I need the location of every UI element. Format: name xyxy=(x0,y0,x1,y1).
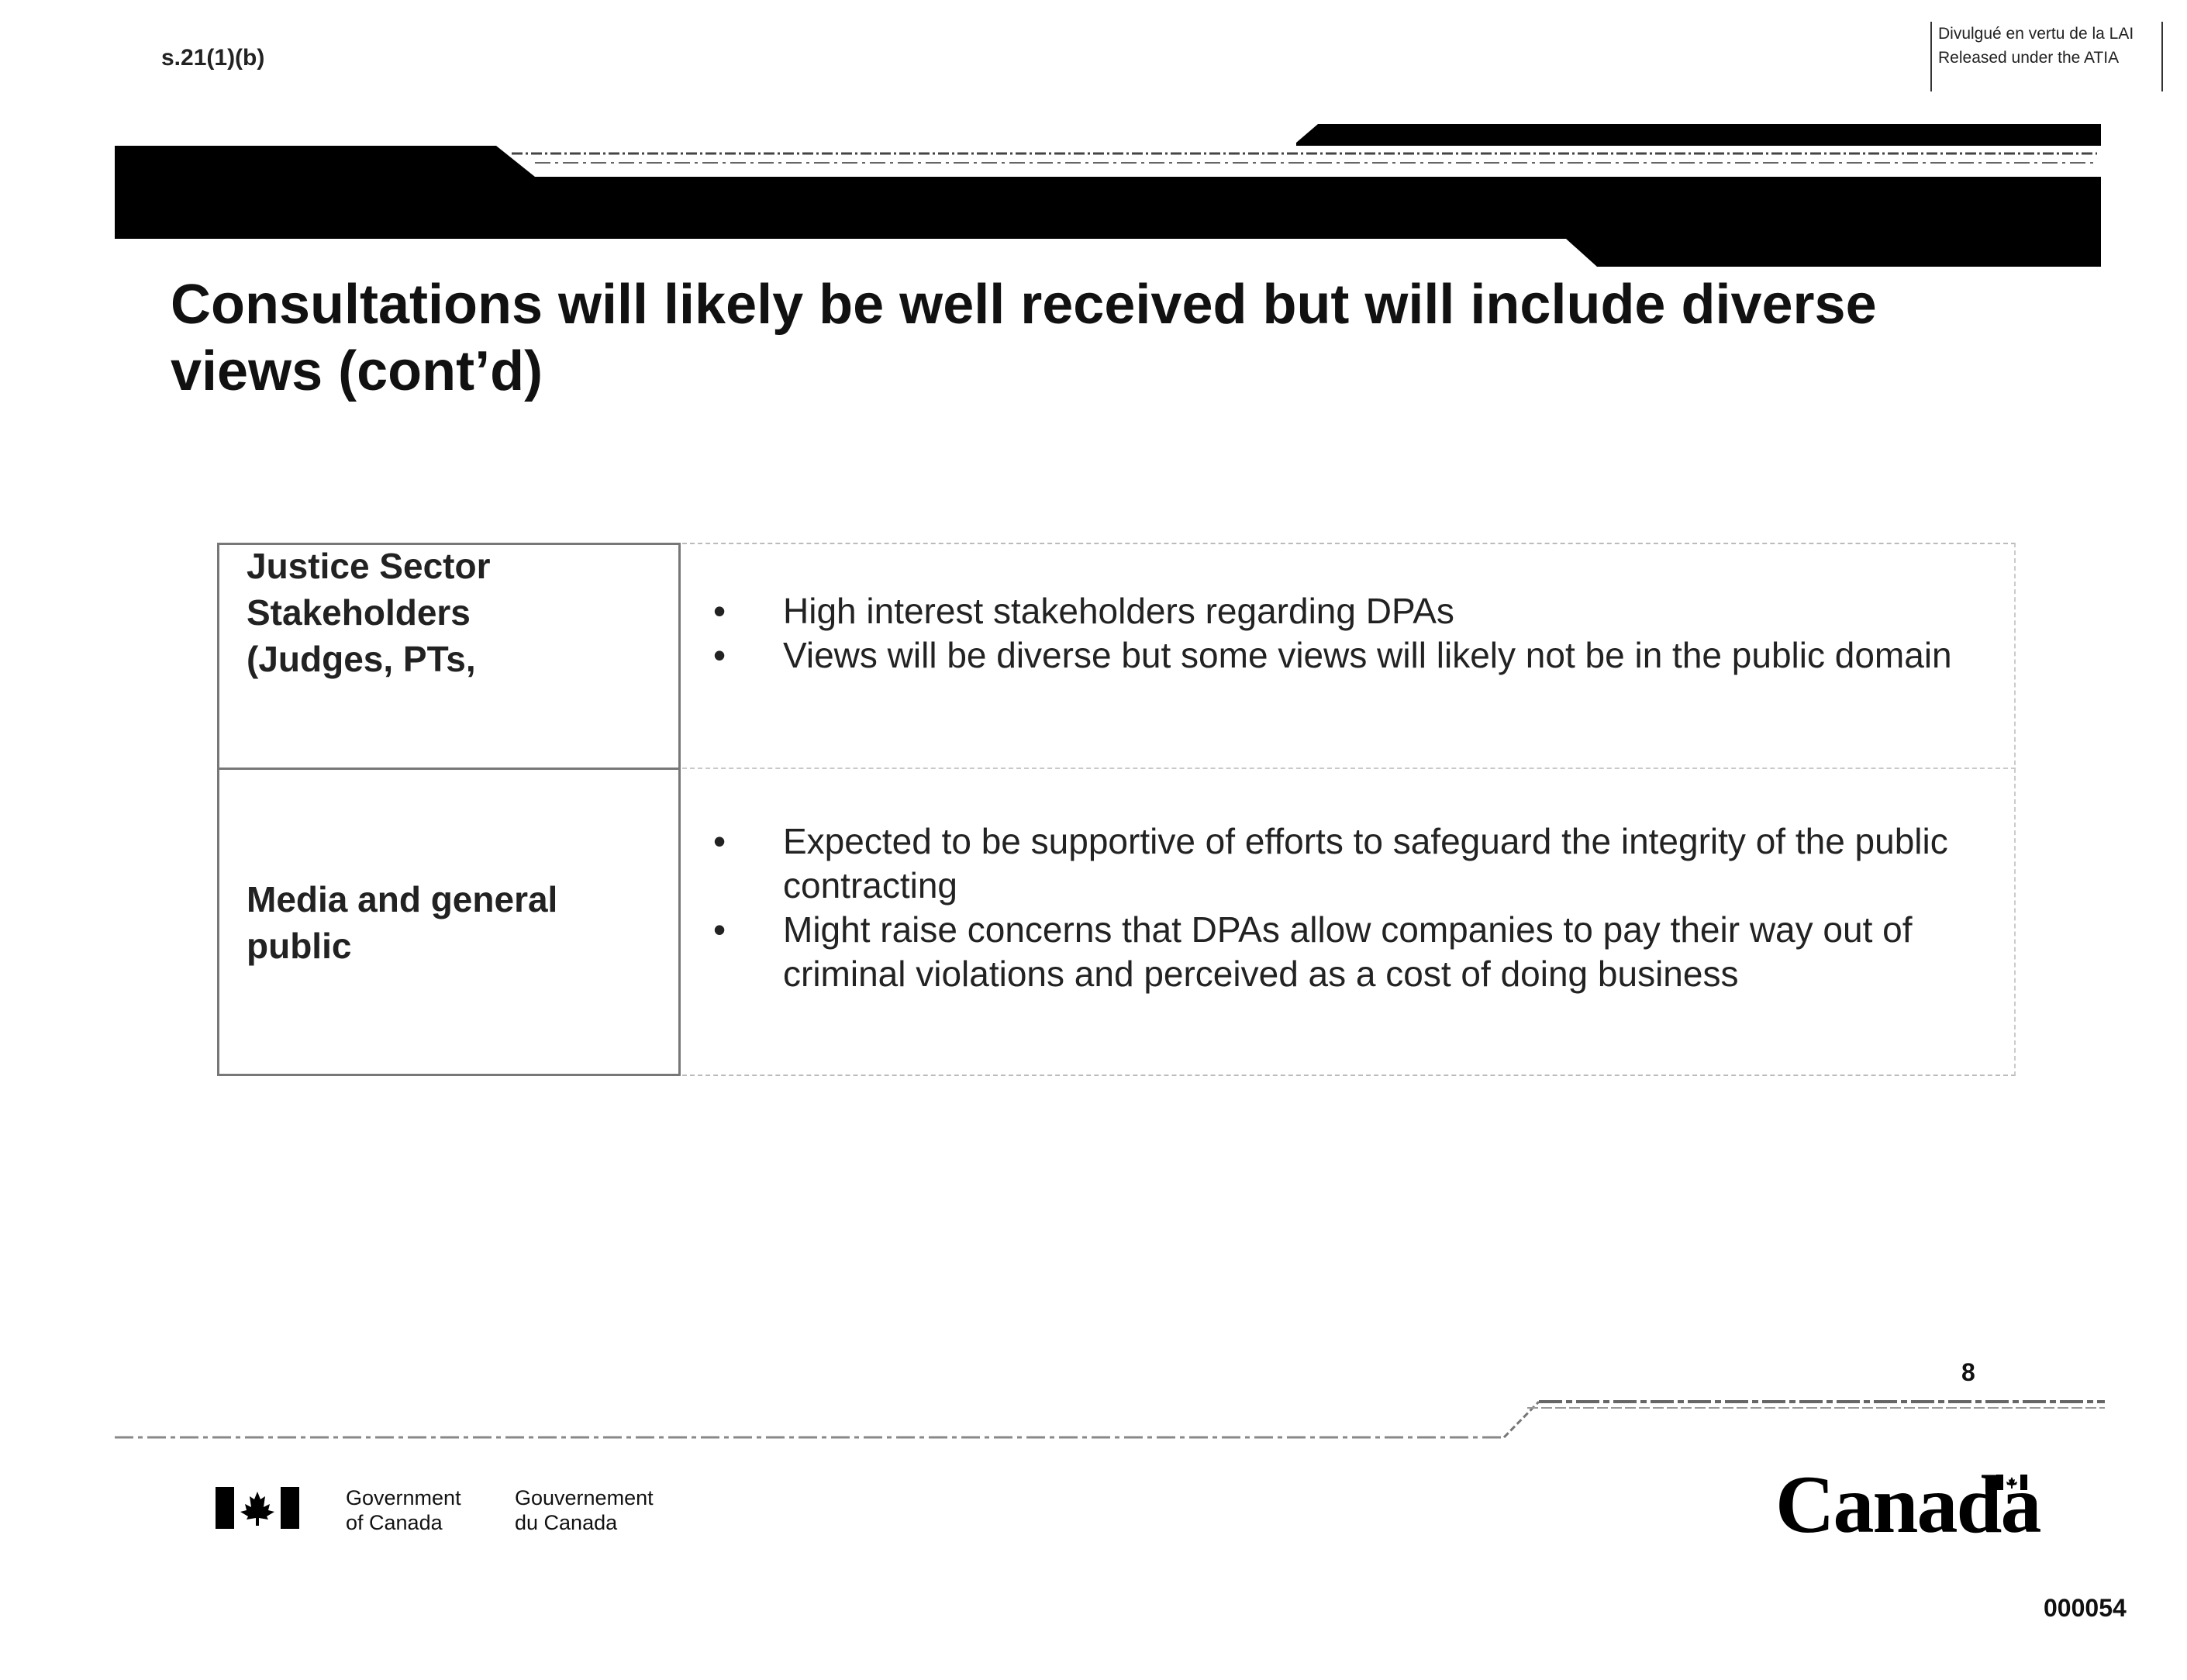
gov-wordmark-en-line: of Canada xyxy=(346,1511,443,1534)
gov-wordmark-fr-line: du Canada xyxy=(515,1511,618,1534)
stakeholder-table: Justice Sector Stakeholders (Judges, PTs… xyxy=(217,543,2016,1078)
row-bullets-justice-sector: High interest stakeholders regarding DPA… xyxy=(713,589,1954,678)
document-number: 000054 xyxy=(2044,1594,2127,1622)
gov-wordmark-en: Government of Canada xyxy=(346,1485,461,1535)
header-banner xyxy=(115,124,2101,267)
row-label-justice-sector: Justice Sector Stakeholders (Judges, PTs… xyxy=(247,543,572,682)
canada-flag-icon xyxy=(216,1487,299,1529)
bullet-item: Views will be diverse but some views wil… xyxy=(713,633,1954,678)
slide-title: Consultations will likely be well receiv… xyxy=(171,271,1954,405)
row-bullets-media-public: Expected to be supportive of efforts to … xyxy=(713,819,1954,996)
page-number: 8 xyxy=(1961,1358,1975,1386)
table-content-divider xyxy=(682,768,2016,769)
banner-main-band xyxy=(115,146,2101,267)
gov-wordmark-fr-line: Gouvernement xyxy=(515,1486,654,1509)
gov-wordmark-fr: Gouvernement du Canada xyxy=(515,1485,654,1535)
banner-top-band xyxy=(1296,124,2101,146)
row-label-line: Stakeholders xyxy=(247,592,471,633)
row-label-media-public: Media and general public xyxy=(247,876,572,969)
gov-wordmark-en-line: Government xyxy=(346,1486,461,1509)
slide-title-line-1: Consultations will likely be well receiv… xyxy=(171,274,1877,336)
row-label-line: Media and general xyxy=(247,879,558,919)
canada-wordmark: Canada xyxy=(1775,1459,2041,1550)
bullet-item: Might raise concerns that DPAs allow com… xyxy=(713,908,1954,996)
exemption-code: s.21(1)(b) xyxy=(161,45,265,71)
canada-wordmark-flag-icon xyxy=(1996,1475,2027,1490)
table-row-divider xyxy=(217,768,681,770)
release-stamp: Divulgué en vertu de la LAI Released und… xyxy=(1930,22,2163,91)
slide-title-line-2: views (cont’d) xyxy=(171,340,543,402)
bullet-item: Expected to be supportive of efforts to … xyxy=(713,819,1954,908)
bullet-item: High interest stakeholders regarding DPA… xyxy=(713,589,1954,633)
row-label-line: (Judges, PTs, xyxy=(247,639,476,679)
release-stamp-fr: Divulgué en vertu de la LAI xyxy=(1938,25,2134,43)
release-stamp-en: Released under the ATIA xyxy=(1938,49,2120,67)
row-label-line: public xyxy=(247,926,352,966)
row-label-line: Justice Sector xyxy=(247,546,491,586)
footer-rule-diagonal xyxy=(1502,1400,1540,1439)
footer-rule xyxy=(115,1400,2105,1439)
